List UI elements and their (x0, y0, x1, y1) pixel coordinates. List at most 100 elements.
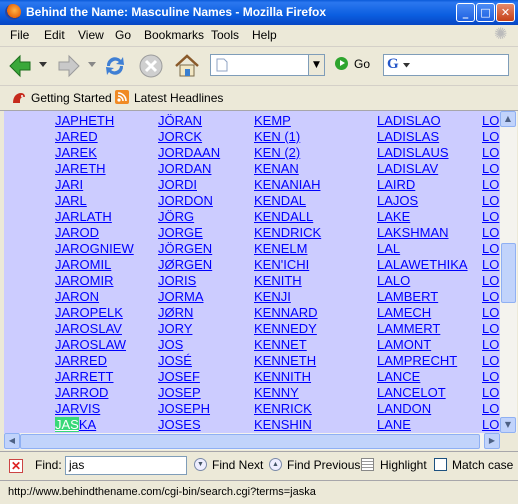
name-link[interactable]: LO (482, 417, 499, 433)
name-link[interactable]: LADISLAS (377, 129, 468, 145)
name-link[interactable]: JARL (55, 193, 134, 209)
bookmark-latest-headlines[interactable]: Latest Headlines (134, 91, 223, 105)
name-link[interactable]: JØRN (158, 305, 220, 321)
name-link[interactable]: LAMONT (377, 337, 468, 353)
name-link[interactable]: JARRETT (55, 369, 134, 385)
name-link[interactable]: KENELM (254, 241, 321, 257)
name-link[interactable]: JAPHETH (55, 113, 134, 129)
name-link[interactable]: KEMP (254, 113, 321, 129)
highlight-icon[interactable] (361, 458, 374, 471)
name-link[interactable]: JOSEP (158, 385, 220, 401)
url-dropdown-button[interactable]: ▼ (308, 55, 324, 75)
horizontal-scroll-thumb[interactable] (20, 434, 480, 449)
name-link[interactable]: JORCK (158, 129, 220, 145)
name-link[interactable]: LO (482, 369, 499, 385)
name-link[interactable]: JAROSLAW (55, 337, 134, 353)
name-link[interactable]: LAMBERT (377, 289, 468, 305)
close-findbar-icon[interactable]: ✕ (9, 459, 23, 473)
name-link[interactable]: JOSES (158, 417, 220, 433)
name-link[interactable]: JÖRG (158, 209, 220, 225)
name-link[interactable]: KENAN (254, 161, 321, 177)
name-link[interactable]: LO (482, 321, 499, 337)
menu-go[interactable]: Go (115, 28, 131, 42)
name-link[interactable]: KEN (1) (254, 129, 321, 145)
menu-bookmarks[interactable]: Bookmarks (144, 28, 204, 42)
name-link[interactable]: LADISLAV (377, 161, 468, 177)
name-link[interactable]: KENNARD (254, 305, 321, 321)
menu-view[interactable]: View (78, 28, 104, 42)
name-link[interactable]: KENDRICK (254, 225, 321, 241)
name-link[interactable]: JÖRAN (158, 113, 220, 129)
name-link[interactable]: LO (482, 401, 499, 417)
name-link[interactable]: KENANIAH (254, 177, 321, 193)
reload-icon[interactable] (101, 52, 129, 80)
vertical-scroll-thumb[interactable] (501, 243, 516, 303)
bookmark-getting-started[interactable]: Getting Started (31, 91, 112, 105)
name-link[interactable]: JORDAN (158, 161, 220, 177)
menu-tools[interactable]: Tools (211, 28, 239, 42)
name-link[interactable]: LO (482, 289, 499, 305)
name-link[interactable]: KENNETH (254, 353, 321, 369)
name-link[interactable]: LALO (377, 273, 468, 289)
name-link[interactable]: LAMPRECHT (377, 353, 468, 369)
horizontal-scrollbar[interactable]: ◀ ▶ (4, 433, 500, 450)
name-link[interactable]: LO (482, 129, 499, 145)
scroll-up-button[interactable]: ▲ (500, 111, 516, 127)
name-link[interactable]: LO (482, 209, 499, 225)
name-link[interactable]: LANCE (377, 369, 468, 385)
name-link[interactable]: JÖRGEN (158, 241, 220, 257)
name-link[interactable]: LO (482, 161, 499, 177)
name-link[interactable]: LO (482, 193, 499, 209)
find-previous-icon[interactable]: ▲ (269, 458, 282, 471)
name-link-highlighted[interactable]: JASKA (55, 417, 134, 433)
name-link[interactable]: JOSÉ (158, 353, 220, 369)
name-link[interactable]: KENNY (254, 385, 321, 401)
name-link[interactable]: LADISLAO (377, 113, 468, 129)
name-link[interactable]: JOSEF (158, 369, 220, 385)
name-link[interactable]: LO (482, 225, 499, 241)
name-link[interactable]: LO (482, 385, 499, 401)
name-link[interactable]: JORMA (158, 289, 220, 305)
name-link[interactable]: LO (482, 145, 499, 161)
name-link[interactable]: JAROMIR (55, 273, 134, 289)
menu-edit[interactable]: Edit (44, 28, 65, 42)
name-link[interactable]: LAKSHMAN (377, 225, 468, 241)
name-link[interactable]: KEN (2) (254, 145, 321, 161)
name-link[interactable]: LANE (377, 417, 468, 433)
forward-button[interactable] (55, 52, 83, 80)
name-link[interactable]: JORGE (158, 225, 220, 241)
name-link[interactable]: JORY (158, 321, 220, 337)
name-link[interactable]: KENNEDY (254, 321, 321, 337)
name-link[interactable]: JARRED (55, 353, 134, 369)
maximize-button[interactable]: □ (476, 3, 495, 22)
name-link[interactable]: JORDON (158, 193, 220, 209)
find-next-icon[interactable]: ▼ (194, 458, 207, 471)
name-link[interactable]: JOSEPH (158, 401, 220, 417)
name-link[interactable]: JORIS (158, 273, 220, 289)
scroll-right-button[interactable]: ▶ (484, 433, 500, 449)
name-link[interactable]: JARETH (55, 161, 134, 177)
scroll-left-button[interactable]: ◀ (4, 433, 20, 449)
name-link[interactable]: KENNITH (254, 369, 321, 385)
find-previous-button[interactable]: Find Previous (287, 458, 360, 472)
highlight-button[interactable]: Highlight (380, 458, 427, 472)
find-next-button[interactable]: Find Next (212, 458, 263, 472)
home-icon[interactable] (173, 52, 201, 80)
name-link[interactable]: JAREK (55, 145, 134, 161)
minimize-button[interactable]: _ (456, 3, 475, 22)
name-link[interactable]: JARON (55, 289, 134, 305)
close-button[interactable]: ✕ (496, 3, 515, 22)
forward-dropdown-icon[interactable] (88, 62, 96, 68)
name-link[interactable]: JAROGNIEW (55, 241, 134, 257)
name-link[interactable]: KENNET (254, 337, 321, 353)
name-link[interactable]: JØRGEN (158, 257, 220, 273)
name-link[interactable]: KENJI (254, 289, 321, 305)
google-search-engine-icon[interactable]: G (387, 56, 399, 73)
name-link[interactable]: JARVIS (55, 401, 134, 417)
name-link[interactable]: LANCELOT (377, 385, 468, 401)
name-link[interactable]: LAL (377, 241, 468, 257)
name-link[interactable]: LAJOS (377, 193, 468, 209)
name-link[interactable]: LAKE (377, 209, 468, 225)
vertical-scrollbar[interactable]: ▲ ▼ (500, 111, 517, 433)
name-link[interactable]: LANDON (377, 401, 468, 417)
